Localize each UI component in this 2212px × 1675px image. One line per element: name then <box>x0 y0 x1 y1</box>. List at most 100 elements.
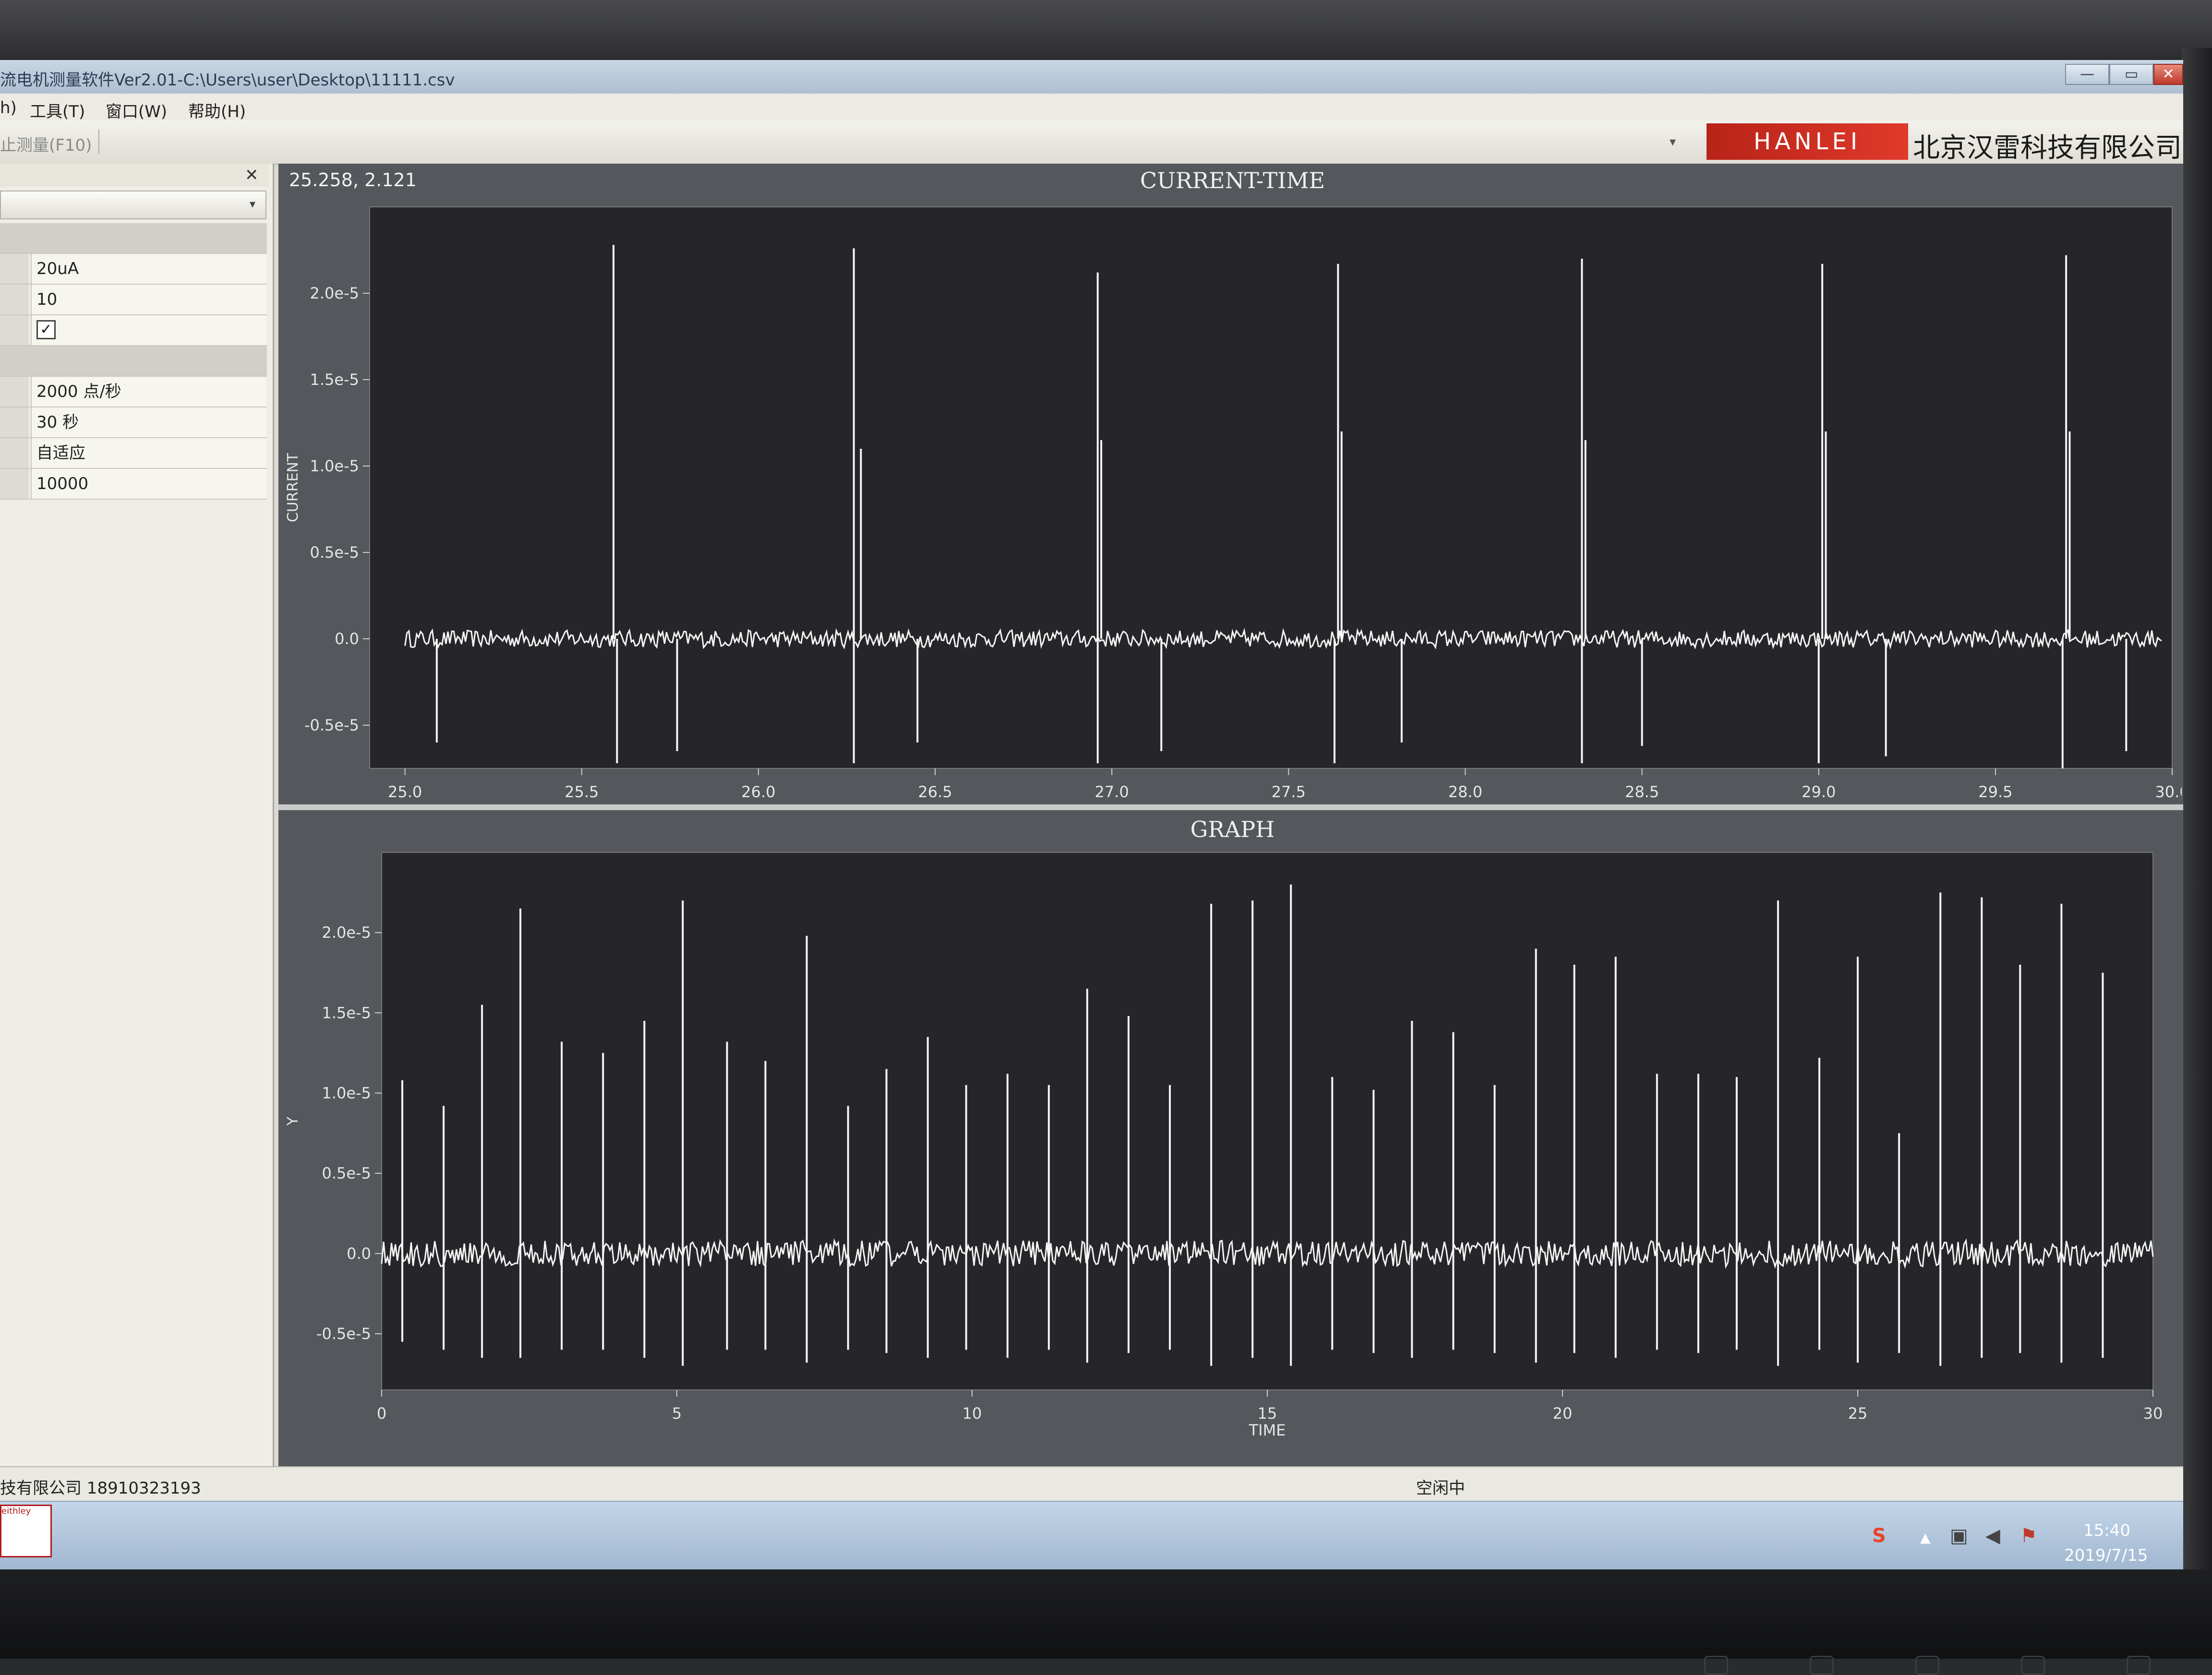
property-key <box>0 407 29 437</box>
x-tick-label: 0 <box>377 1404 386 1423</box>
clock-date[interactable]: 2019/7/15 <box>2064 1546 2148 1565</box>
toolbar-separator <box>98 129 99 154</box>
property-panel: ✕ ▾ 20uA 10 ✓ 2000 点/秒 30 秒 自适应 10000 <box>0 164 274 1467</box>
y-tick-label: 2.0e-5 <box>310 284 359 302</box>
network-icon[interactable]: ▣ <box>1950 1525 1968 1547</box>
menu-item-window[interactable]: 窗口(W) <box>106 98 167 122</box>
x-tick-label: 27.0 <box>1095 783 1129 801</box>
minimize-button[interactable]: — <box>2065 64 2109 85</box>
menu-bar: h) 工具(T) 窗口(W) 帮助(H) <box>0 94 2183 122</box>
window-title: 流电机测量软件Ver2.01-C:\Users\user\Desktop\111… <box>0 71 455 90</box>
current-time-chart[interactable]: 2.0e-5 1.5e-5 1.0e-5 0.5e-5 0.0 -0.5e-5 25.0 25… <box>283 164 2182 802</box>
property-value-sample-rate[interactable]: 2000 点/秒 <box>31 377 266 407</box>
x-tick-label: 25 <box>1848 1404 1868 1423</box>
property-value-range[interactable]: 20uA <box>31 254 266 284</box>
property-row-duration: 30 秒 <box>0 407 267 438</box>
property-value-duration[interactable]: 30 秒 <box>31 407 266 437</box>
power-button[interactable] <box>2127 1656 2151 1675</box>
chart-area: 2.0e-5 1.5e-5 1.0e-5 0.5e-5 0.0 -0.5e-5 25.0 25… <box>278 164 2183 1469</box>
property-group-header <box>0 346 267 377</box>
panel-combobox[interactable]: ▾ <box>0 191 266 219</box>
property-row-mode: 自适应 <box>0 438 267 469</box>
monitor-bezel-right <box>2182 48 2212 1584</box>
y-tick-label: 2.0e-5 <box>322 923 371 942</box>
menu-item-partial[interactable]: h) <box>0 98 17 118</box>
y-tick-label: -0.5e-5 <box>316 1325 371 1343</box>
chevron-down-icon: ▾ <box>250 197 256 211</box>
y-axis-label: CURRENT <box>285 453 301 522</box>
company-name: 北京汉雷科技有限公司 <box>1913 132 2182 164</box>
property-value-mode[interactable]: 自适应 <box>31 438 266 468</box>
x-tick-label: 25.0 <box>388 783 422 801</box>
toolbar-overflow-icon[interactable]: ▾ <box>1670 135 1676 149</box>
x-tick-label: 5 <box>672 1404 682 1423</box>
tray-up-icon[interactable]: ▲ <box>1920 1530 1931 1545</box>
property-value-count[interactable]: 10 <box>31 285 266 314</box>
x-tick-label: 26.0 <box>741 783 775 801</box>
y-tick-label: 1.5e-5 <box>322 1004 371 1022</box>
monitor-button[interactable] <box>1915 1656 1939 1675</box>
flag-icon[interactable]: ⚑ <box>2020 1525 2037 1547</box>
y-tick-label: 0.5e-5 <box>310 543 359 562</box>
y-tick-label: 1.5e-5 <box>310 371 359 389</box>
taskbar: eithley S ▲ ▣ ◀ ⚑ 15:40 2019/7/15 <box>0 1501 2183 1573</box>
monitor-bezel-bottom <box>0 1569 2212 1675</box>
property-key <box>0 254 29 284</box>
chart-splitter[interactable] <box>278 804 2183 810</box>
property-key <box>0 285 29 314</box>
property-key <box>0 315 29 345</box>
property-key <box>0 469 29 499</box>
y-tick-label: 0.0 <box>335 630 359 648</box>
stop-measure-button[interactable]: 止测量(F10) <box>0 132 92 156</box>
status-state: 空闲中 <box>1416 1479 1465 1498</box>
taskbar-app-label: eithley <box>1 1506 31 1516</box>
x-tick-label: 29.0 <box>1802 783 1836 801</box>
y-tick-label: 1.0e-5 <box>322 1084 371 1102</box>
property-value-check: ✓ <box>31 315 266 345</box>
monitor-button[interactable] <box>1810 1656 1834 1675</box>
property-row-sample-rate: 2000 点/秒 <box>0 377 267 407</box>
y-axis-label: Y <box>285 1116 301 1126</box>
x-tick-label: 20 <box>1553 1404 1573 1423</box>
x-axis-label: TIME <box>1249 1421 1286 1439</box>
monitor-button[interactable] <box>1704 1656 1728 1675</box>
x-tick-label: 27.5 <box>1272 783 1306 801</box>
app-window: 流电机测量软件Ver2.01-C:\Users\user\Desktop\111… <box>0 60 2183 1573</box>
status-bar: 技有限公司 18910323193 空闲中 <box>0 1466 2183 1502</box>
property-row-count: 10 <box>0 285 267 315</box>
clock-time[interactable]: 15:40 <box>2083 1521 2130 1540</box>
plot-background <box>381 852 2153 1390</box>
panel-close-icon[interactable]: ✕ <box>245 166 259 185</box>
taskbar-app-button[interactable]: eithley <box>0 1505 52 1557</box>
enabled-checkbox[interactable]: ✓ <box>36 320 56 339</box>
y-tick-label: -0.5e-5 <box>304 716 359 734</box>
x-axis-label: TIME <box>1252 800 1289 802</box>
monitor-bezel-top <box>0 0 2212 58</box>
plot-background <box>369 206 2173 769</box>
property-key <box>0 377 29 407</box>
x-tick-label: 15 <box>1258 1404 1277 1423</box>
graph-chart[interactable]: 2.0e-5 1.5e-5 1.0e-5 0.5e-5 0.0 -0.5e-5 0 5 10 15… <box>283 812 2182 1469</box>
property-key <box>0 438 29 468</box>
property-row-check: ✓ <box>0 315 267 346</box>
x-tick-label: 28.0 <box>1448 783 1482 801</box>
x-tick-label: 28.5 <box>1625 783 1659 801</box>
y-tick-label: 0.0 <box>347 1244 371 1263</box>
hanlei-logo: HANLEI <box>1707 123 1908 160</box>
panel-header: ✕ <box>0 164 269 187</box>
close-button[interactable]: ✕ <box>2153 64 2183 85</box>
property-value-points[interactable]: 10000 <box>31 469 266 499</box>
menu-item-tools[interactable]: 工具(T) <box>30 98 85 122</box>
property-group-header <box>0 223 267 254</box>
sogou-icon[interactable]: S <box>1872 1525 1886 1547</box>
property-row-points: 10000 <box>0 469 267 500</box>
property-row-range: 20uA <box>0 254 267 285</box>
title-bar: 流电机测量软件Ver2.01-C:\Users\user\Desktop\111… <box>0 60 2183 94</box>
monitor-button[interactable] <box>2021 1656 2045 1675</box>
x-tick-label: 30.0 <box>2155 783 2182 801</box>
menu-item-help[interactable]: 帮助(H) <box>188 98 246 122</box>
maximize-button[interactable]: ▭ <box>2109 64 2153 85</box>
chart-title: CURRENT-TIME <box>1140 168 1325 193</box>
toolbar: 止测量(F10) ▾ HANLEI 北京汉雷科技有限公司 <box>0 120 2183 165</box>
volume-icon[interactable]: ◀ <box>1985 1525 2000 1547</box>
